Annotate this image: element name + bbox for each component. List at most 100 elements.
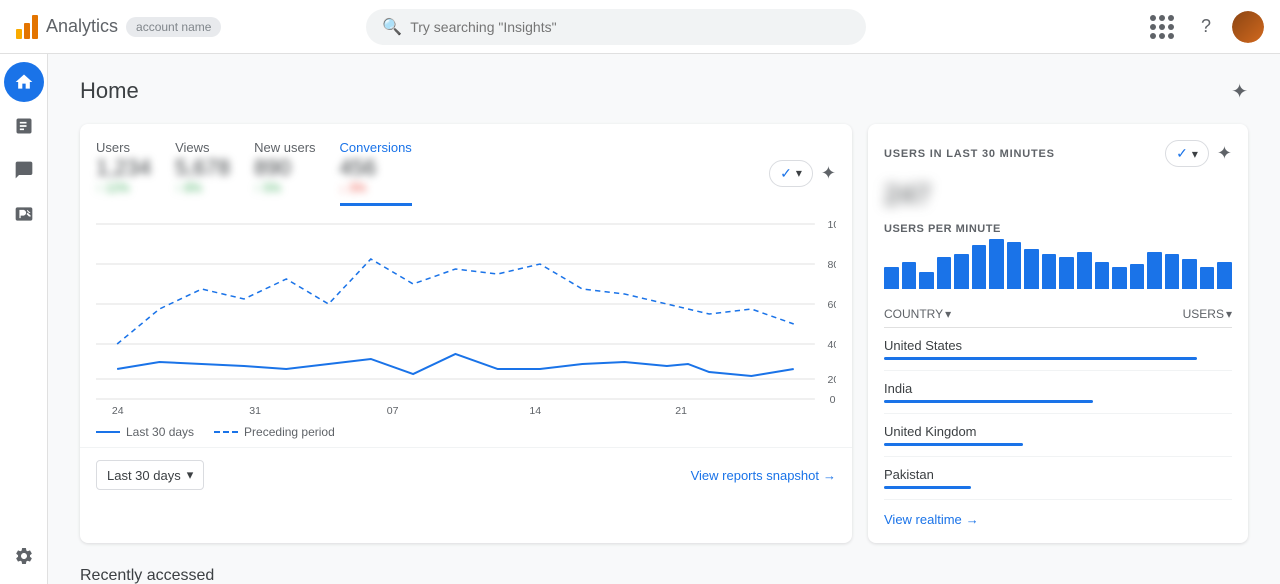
svg-text:0: 0 bbox=[830, 395, 836, 406]
date-selector-label: Last 30 days bbox=[107, 468, 181, 483]
country-bar bbox=[884, 357, 1197, 360]
svg-text:31: 31 bbox=[249, 406, 261, 414]
metric-tabs: Users 1,234 ↑ 12% Views 5,678 ↑ 8% New u… bbox=[96, 140, 769, 206]
sidebar bbox=[0, 54, 48, 584]
realtime-sparkle-button[interactable]: ✦ bbox=[1217, 143, 1232, 164]
chart-controls: ✓ ▾ ✦ bbox=[769, 160, 836, 187]
mini-bar-item bbox=[1182, 259, 1197, 289]
country-name: Pakistan bbox=[884, 467, 934, 482]
mini-bar-item bbox=[1112, 267, 1127, 290]
country-name: India bbox=[884, 381, 912, 396]
legend-dashed-label: Preceding period bbox=[244, 425, 335, 439]
mini-bar-item bbox=[1007, 242, 1022, 290]
main-content: Home ✦ Users 1,234 ↑ 12% Views 5,6 bbox=[48, 54, 1280, 584]
mini-bar-item bbox=[1059, 257, 1074, 290]
users-header[interactable]: USERS ▾ bbox=[1183, 307, 1232, 321]
realtime-dropdown-arrow: ▾ bbox=[1192, 147, 1198, 161]
date-selector-arrow: ▾ bbox=[187, 467, 194, 483]
metric-new-users-label: New users bbox=[254, 140, 315, 155]
country-sort-icon: ▾ bbox=[945, 307, 951, 321]
logo-bar-2 bbox=[24, 23, 30, 39]
country-header[interactable]: COUNTRY ▾ bbox=[884, 307, 951, 321]
svg-text:24: 24 bbox=[112, 406, 124, 414]
mini-bar-item bbox=[1095, 262, 1110, 290]
users-sort-icon: ▾ bbox=[1226, 307, 1232, 321]
mini-bar-item bbox=[919, 272, 934, 290]
country-row: India bbox=[884, 371, 1232, 414]
recently-accessed-title: Recently accessed bbox=[80, 567, 1248, 584]
search-bar[interactable]: 🔍 bbox=[366, 9, 866, 45]
svg-text:40: 40 bbox=[828, 340, 836, 351]
metric-tab-conversions[interactable]: Conversions 456 ↓ 3% bbox=[340, 140, 412, 206]
chart-footer: Last 30 days ▾ View reports snapshot → bbox=[80, 447, 852, 502]
country-row: Pakistan bbox=[884, 457, 1232, 500]
user-avatar[interactable] bbox=[1232, 11, 1264, 43]
mini-bar-item bbox=[1200, 267, 1215, 290]
line-chart: 100 80 60 40 20 0 24 Mar 31 bbox=[96, 214, 836, 414]
metric-new-users-change: ↑ 5% bbox=[254, 181, 315, 195]
mini-bar-item bbox=[1147, 252, 1162, 290]
mini-bar-item bbox=[1024, 249, 1039, 289]
country-table-section: COUNTRY ▾ USERS ▾ United States India Un… bbox=[884, 301, 1232, 500]
metric-tab-new-users[interactable]: New users 890 ↑ 5% bbox=[254, 140, 315, 206]
mini-bar-item bbox=[1130, 264, 1145, 289]
metric-views-label: Views bbox=[175, 140, 230, 155]
country-row: United Kingdom bbox=[884, 414, 1232, 457]
app-name: Analytics bbox=[46, 16, 118, 37]
mini-bar-item bbox=[1165, 254, 1180, 289]
view-realtime-link[interactable]: View realtime → bbox=[884, 512, 1232, 527]
chart-check-dropdown[interactable]: ✓ ▾ bbox=[769, 160, 813, 187]
realtime-controls: ✓ ▾ ✦ bbox=[1165, 140, 1232, 167]
svg-text:60: 60 bbox=[828, 300, 836, 311]
logo-area: Analytics account name bbox=[16, 15, 221, 39]
sidebar-item-advertising[interactable] bbox=[4, 194, 44, 234]
chart-sparkle-button[interactable]: ✦ bbox=[821, 163, 836, 184]
legend-dashed: Preceding period bbox=[214, 425, 335, 439]
page-header: Home ✦ bbox=[80, 78, 1248, 104]
metric-conversions-change: ↓ 3% bbox=[340, 181, 412, 195]
realtime-header: USERS IN LAST 30 MINUTES ✓ ▾ ✦ bbox=[884, 140, 1232, 167]
chart-area: 100 80 60 40 20 0 24 Mar 31 bbox=[80, 206, 852, 417]
search-input[interactable] bbox=[410, 19, 850, 35]
logo-bar-1 bbox=[16, 29, 22, 39]
country-name: United States bbox=[884, 338, 962, 353]
account-chip[interactable]: account name bbox=[126, 17, 221, 37]
metric-tab-views[interactable]: Views 5,678 ↑ 8% bbox=[175, 140, 230, 206]
sparkle-icon[interactable]: ✦ bbox=[1231, 79, 1248, 104]
svg-text:80: 80 bbox=[828, 260, 836, 271]
realtime-check-icon: ✓ bbox=[1176, 145, 1188, 162]
realtime-card: USERS IN LAST 30 MINUTES ✓ ▾ ✦ 247 USERS… bbox=[868, 124, 1248, 543]
legend-solid-label: Last 30 days bbox=[126, 425, 194, 439]
country-bar bbox=[884, 400, 1093, 403]
metric-users-change: ↑ 12% bbox=[96, 181, 151, 195]
top-navigation: Analytics account name 🔍 ? bbox=[0, 0, 1280, 54]
realtime-check-dropdown[interactable]: ✓ ▾ bbox=[1165, 140, 1209, 167]
sidebar-item-settings[interactable] bbox=[4, 536, 44, 576]
country-table-header: COUNTRY ▾ USERS ▾ bbox=[884, 301, 1232, 328]
mini-bar-item bbox=[1077, 252, 1092, 290]
sidebar-item-home[interactable] bbox=[4, 62, 44, 102]
view-reports-link[interactable]: View reports snapshot → bbox=[691, 468, 836, 483]
sidebar-item-reports[interactable] bbox=[4, 106, 44, 146]
question-icon: ? bbox=[1201, 16, 1211, 37]
metric-conversions-label: Conversions bbox=[340, 140, 412, 155]
analytics-logo bbox=[16, 15, 38, 39]
metric-views-change: ↑ 8% bbox=[175, 181, 230, 195]
mini-bar-item bbox=[937, 257, 952, 290]
search-icon: 🔍 bbox=[382, 17, 402, 37]
metric-tab-users[interactable]: Users 1,234 ↑ 12% bbox=[96, 140, 151, 206]
metric-new-users-value: 890 bbox=[254, 155, 315, 181]
grid-menu-button[interactable] bbox=[1144, 9, 1180, 45]
cards-row: Users 1,234 ↑ 12% Views 5,678 ↑ 8% New u… bbox=[80, 124, 1248, 543]
sidebar-item-explore[interactable] bbox=[4, 150, 44, 190]
date-selector[interactable]: Last 30 days ▾ bbox=[96, 460, 204, 490]
chart-legend: Last 30 days Preceding period bbox=[80, 417, 852, 447]
check-icon: ✓ bbox=[780, 165, 792, 182]
mini-bar-item bbox=[972, 245, 987, 289]
legend-solid-line bbox=[96, 431, 120, 433]
logo-bar-3 bbox=[32, 15, 38, 39]
mini-bar-item bbox=[989, 239, 1004, 289]
help-button[interactable]: ? bbox=[1188, 9, 1224, 45]
view-reports-label: View reports snapshot bbox=[691, 468, 819, 483]
dropdown-arrow: ▾ bbox=[796, 166, 802, 180]
